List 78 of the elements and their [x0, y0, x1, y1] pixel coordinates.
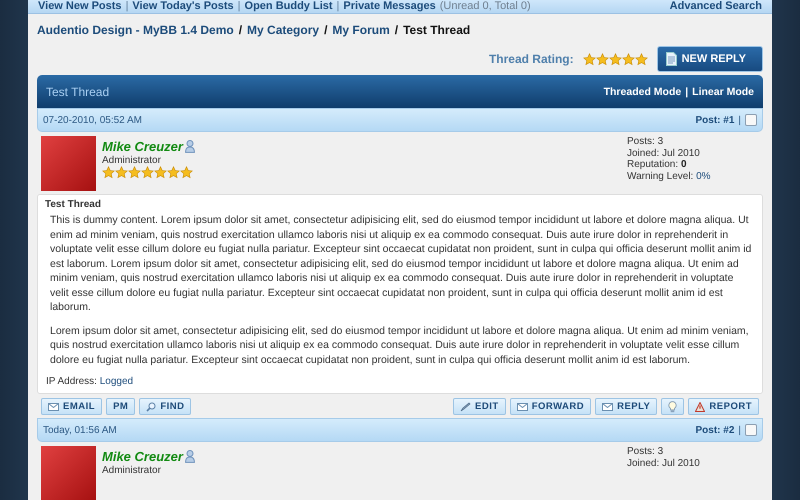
star-icon — [634, 52, 648, 66]
star-icon — [128, 166, 141, 179]
thread-rating-stars[interactable] — [582, 52, 648, 66]
nav-link[interactable]: View New Posts — [38, 0, 122, 13]
nav-link[interactable]: View Today's Posts — [132, 0, 234, 13]
post-action-button[interactable]: EMAIL — [41, 398, 102, 415]
post-date: Today, 01:56 AM — [43, 424, 117, 436]
nav-link[interactable]: Private Messages — [343, 0, 436, 13]
breadcrumb-link[interactable]: Audentio Design - MyBB 1.4 Demo — [37, 23, 234, 37]
avatar-image — [41, 446, 96, 500]
message-count: (Unread 0, Total 0) — [440, 0, 531, 13]
warning-icon — [695, 402, 706, 412]
thread-rating-label: Thread Rating: — [488, 52, 574, 66]
ip-address-label: IP Address: — [46, 376, 97, 387]
star-icon — [115, 166, 128, 179]
user-status-icon — [184, 140, 195, 153]
user-stat: Posts: 3 — [627, 446, 664, 458]
star-icon — [180, 166, 193, 179]
separator: | — [336, 0, 340, 13]
star-icon — [622, 52, 635, 66]
star-icon — [154, 166, 167, 179]
pencil-icon — [460, 402, 472, 412]
post-action-button[interactable]: PM — [106, 398, 136, 415]
user-group: Administrator — [102, 155, 195, 166]
post-action-button[interactable]: FIND — [139, 398, 192, 415]
post-paragraph: Lorem ipsum dolor sit amet, consectetur adipisicing elit, sed do eiusmod tempor incididunt ut labore et dolore magna aliqua. Ut enim ad minim veniam, quis nostrud exercitation ullamco laboris nisi ut aliquip ex ea commodo consequat. Duis aute irure dolor in reprehenderit in voluptate velit esse cillum dolore eu fugiat nulla pariatur. Excepteur sint occaecat cupidatat non proident, sunt in culpa qui officia deserunt mollit anim id est laborum. — [49, 324, 750, 367]
user-stat: Warning Level: 0% — [627, 170, 712, 182]
star-icon — [102, 166, 115, 179]
document-icon — [666, 52, 677, 66]
post-paragraph: This is dummy content. Lorem ipsum dolor sit amet, consectetur adipisicing elit, sed do eiusmod tempor incididunt ut labore et dolore magna aliqua. Ut enim ad minim veniam, quis nostrud exercitation ullamco laboris nisi ut aliquip ex ea commodo consequat. Duis aute irure dolor in reprehenderit in voluptate velit esse cillum dolore eu fugiat nulla pariatur. Excepteur sint occaecat cupidatat non proident, sunt in culpa qui officia deserunt mollit anim id est laborum. Lorem ipsum dolor sit amet, consectetur adipisicing elit, sed do eiusmod tempor incididunt ut labore et dolore magna aliqua. Ut enim ad minim veniam, quis nostrud exercitation ullamco laboris nisi ut aliquip ex ea commodo consequat. Duis aute irure dolor in reprehenderit in voluptate velit esse cillum dolore eu fugiat nulla pariatur. Excepteur sint occaecat cupidatat non proident, sunt in culpa qui officia deserunt mollit anim id est laborum. — [49, 213, 752, 314]
nav-link[interactable]: Open Buddy List — [244, 0, 333, 13]
post-subject: Test Thread — [45, 199, 102, 210]
breadcrumb-separator: / — [324, 23, 328, 37]
post-number-link[interactable]: Post: #2 — [695, 424, 734, 436]
breadcrumb-link[interactable]: My Category — [247, 23, 320, 37]
avatar-image — [41, 136, 96, 191]
envelope-icon — [516, 402, 528, 410]
post-number-link[interactable]: Post: #1 — [695, 114, 734, 126]
breadcrumb-separator: / — [238, 23, 242, 37]
envelope-icon — [48, 402, 59, 410]
view-mode-link[interactable]: Linear Mode — [692, 86, 754, 98]
post-action-button[interactable]: FORWARD — [510, 398, 592, 415]
user-stat: Posts: 3 — [627, 136, 664, 148]
breadcrumb-current: Test Thread — [403, 23, 470, 37]
user-stat: Joined: Jul 2010 — [627, 458, 701, 469]
star-icon — [596, 52, 609, 66]
search-icon — [146, 402, 156, 412]
user-stat: Reputation: 0 — [627, 159, 688, 170]
post-date: 07-20-2010, 05:52 AM — [43, 114, 142, 126]
view-mode-link[interactable]: Threaded Mode — [604, 86, 682, 98]
post-checkbox[interactable] — [745, 114, 757, 126]
breadcrumb-separator: / — [394, 23, 398, 37]
post-checkbox[interactable] — [745, 424, 757, 436]
separator: | — [738, 114, 741, 126]
user-group: Administrator — [102, 465, 195, 476]
post-action-button[interactable]: EDIT — [453, 398, 506, 415]
thread-title: Test Thread — [46, 84, 110, 98]
user-status-icon — [184, 450, 195, 463]
separator: | — [738, 424, 741, 436]
separator: | — [238, 0, 241, 13]
star-icon — [167, 166, 180, 179]
advanced-search-link[interactable]: Advanced Search — [670, 0, 762, 13]
breadcrumb-link[interactable]: My Forum — [332, 23, 390, 37]
separator: | — [126, 0, 128, 13]
envelope-icon — [602, 402, 614, 410]
new-reply-button[interactable]: NEW REPLY — [656, 46, 763, 72]
star-icon — [582, 52, 596, 66]
lightbulb-icon — [668, 400, 678, 412]
author-name[interactable]: Mike Creuzer — [102, 139, 183, 154]
star-icon — [608, 52, 622, 66]
post-action-button[interactable]: REPLY — [595, 398, 658, 415]
icon-button[interactable] — [661, 398, 684, 415]
ip-address-value: Logged — [100, 376, 134, 387]
separator: | — [685, 86, 688, 98]
author-name[interactable]: Mike Creuzer — [102, 449, 183, 464]
user-stat: Joined: Jul 2010 — [627, 148, 701, 159]
star-icon — [141, 166, 154, 179]
post-action-button[interactable]: REPORT — [688, 398, 759, 415]
